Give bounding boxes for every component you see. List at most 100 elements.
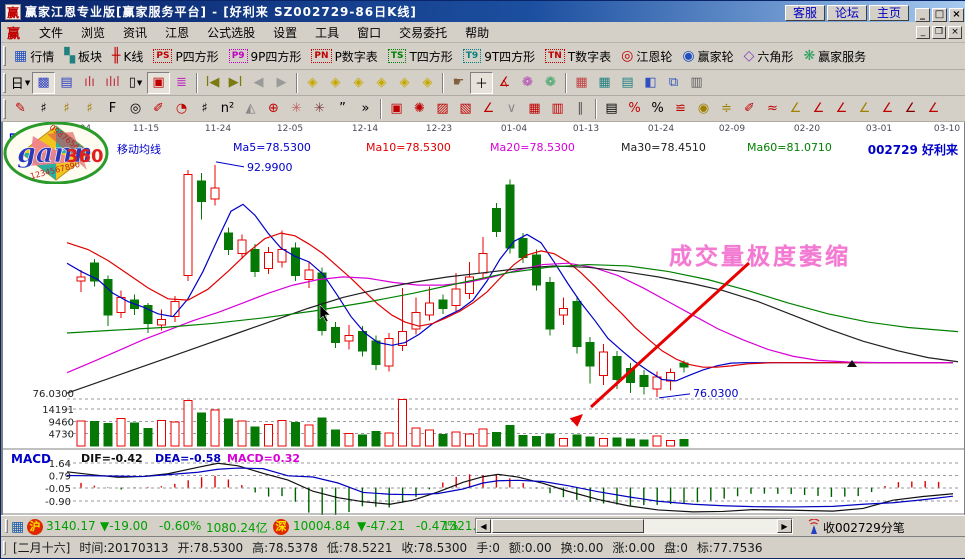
- wave-lines-button[interactable]: ≈: [761, 98, 784, 120]
- t-digit-table-button[interactable]: TNT数字表: [540, 45, 616, 67]
- brush-grid-button[interactable]: ✐: [147, 98, 170, 120]
- box-diag-button[interactable]: ▧: [454, 98, 477, 120]
- circle-cross-button[interactable]: ⊕: [262, 98, 285, 120]
- menu-item-4[interactable]: 公式选股: [198, 22, 264, 43]
- child-minimize-button[interactable]: _: [916, 26, 930, 39]
- gold-lines-button[interactable]: ≑: [715, 98, 738, 120]
- export-button[interactable]: ⧉: [662, 72, 685, 94]
- home-button[interactable]: 主页: [869, 5, 909, 21]
- index-bar-grip[interactable]: [5, 519, 8, 533]
- chart-h-scrollbar[interactable]: ◀ ▶: [475, 518, 793, 534]
- calculator-button[interactable]: ▦: [593, 72, 616, 94]
- percent-line-button[interactable]: %: [623, 98, 646, 120]
- zoom-in-button[interactable]: ◈: [370, 72, 393, 94]
- scroll-thumb[interactable]: [492, 519, 644, 533]
- mirror-tool-button[interactable]: ◭: [239, 98, 262, 120]
- 9t-square-button[interactable]: T99T四方形: [458, 45, 540, 67]
- sectors-button[interactable]: ▚板块: [59, 45, 107, 67]
- grid-tool-button[interactable]: ♯: [32, 98, 55, 120]
- color-bars-button[interactable]: ≣: [170, 72, 193, 94]
- p-square-button[interactable]: PSP四方形: [148, 45, 223, 67]
- hexagon-button[interactable]: ◇六角形: [739, 45, 799, 67]
- toolbar-grip[interactable]: [3, 73, 6, 93]
- feed-label[interactable]: 收002729分笔: [823, 519, 905, 536]
- print-button[interactable]: ▥: [685, 72, 708, 94]
- stamp-button[interactable]: ▣: [147, 72, 170, 94]
- menu-item-6[interactable]: 工具: [306, 22, 348, 43]
- gann-flower-button[interactable]: ❁: [516, 72, 539, 94]
- v-tool-button[interactable]: ∨: [500, 98, 523, 120]
- quote-tool-button[interactable]: ”: [331, 98, 354, 120]
- web-tool-button[interactable]: ✳: [308, 98, 331, 120]
- kline-button[interactable]: ╫K线: [107, 45, 148, 67]
- zoom-all-button[interactable]: ◈: [416, 72, 439, 94]
- menu-item-8[interactable]: 交易委托: [390, 22, 456, 43]
- zoom-out-button[interactable]: ◈: [393, 72, 416, 94]
- f-grid-button[interactable]: F: [101, 98, 124, 120]
- four-angle-button[interactable]: ∠: [922, 98, 945, 120]
- toolbar-grip[interactable]: [3, 46, 6, 67]
- forum-button[interactable]: 论坛: [827, 5, 867, 21]
- scroll-left-button[interactable]: ◀: [476, 519, 491, 533]
- zoom-h-button[interactable]: ◈: [347, 72, 370, 94]
- p-digit-table-button[interactable]: PNP数字表: [306, 45, 382, 67]
- gold-grid-1-button[interactable]: ♯: [55, 98, 78, 120]
- box-hatch-button[interactable]: ▨: [431, 98, 454, 120]
- menu-item-5[interactable]: 设置: [264, 22, 306, 43]
- gann-wheel-button[interactable]: ◎江恩轮: [616, 45, 677, 67]
- prev-button[interactable]: ◀: [247, 72, 270, 94]
- bars-3-button[interactable]: ılı: [78, 72, 101, 94]
- hand-tool-button[interactable]: ☛: [447, 72, 470, 94]
- menu-item-0[interactable]: 文件: [30, 22, 72, 43]
- winner-wheel-button[interactable]: ◉赢家轮: [677, 45, 738, 67]
- candle-style-button[interactable]: ▯▼: [124, 72, 147, 94]
- chart-area[interactable]: 76.030014191946047301.640.79-0.05-0.9092…: [1, 122, 965, 515]
- ray-fan-button[interactable]: ✺: [408, 98, 431, 120]
- angle-tool-button[interactable]: ∡: [493, 72, 516, 94]
- scroll-right-button[interactable]: ▶: [777, 519, 792, 533]
- period-day-button[interactable]: 日▼: [9, 72, 32, 94]
- menu-item-9[interactable]: 帮助: [456, 22, 498, 43]
- dense-grid-button[interactable]: ♯: [193, 98, 216, 120]
- more-tools-button[interactable]: »: [354, 98, 377, 120]
- maximize-button[interactable]: □: [932, 8, 947, 22]
- child-restore-button[interactable]: ❐: [932, 26, 946, 39]
- parallel-tool-button[interactable]: ∥: [569, 98, 592, 120]
- red-grid-1-button[interactable]: ▦: [523, 98, 546, 120]
- t-square-button[interactable]: TST四方形: [383, 45, 458, 67]
- red-grid-2-button[interactable]: ▥: [546, 98, 569, 120]
- j-angle-button[interactable]: ∠: [807, 98, 830, 120]
- cycle-flower-button[interactable]: ❁: [539, 72, 562, 94]
- minimize-button[interactable]: _: [915, 8, 930, 22]
- f-angle-button[interactable]: ∠: [830, 98, 853, 120]
- zoom-right-button[interactable]: ◈: [324, 72, 347, 94]
- gold-circle-button[interactable]: ◉: [692, 98, 715, 120]
- chart-canvas[interactable]: 76.030014191946047301.640.79-0.05-0.9092…: [3, 122, 964, 515]
- menu-item-2[interactable]: 资讯: [114, 22, 156, 43]
- save-button[interactable]: ◧: [639, 72, 662, 94]
- gold-under-button[interactable]: ∠: [784, 98, 807, 120]
- percent-button[interactable]: %: [646, 98, 669, 120]
- quote-table-icon[interactable]: ▦: [11, 519, 24, 535]
- zoom-left-button[interactable]: ◈: [301, 72, 324, 94]
- ratio-table-button[interactable]: ▤: [600, 98, 623, 120]
- spiral-button[interactable]: ◎: [124, 98, 147, 120]
- notebook-button[interactable]: ▤: [616, 72, 639, 94]
- winner-service-button[interactable]: ❋赢家服务: [798, 45, 871, 67]
- child-close-button[interactable]: ×: [948, 26, 962, 39]
- menu-item-1[interactable]: 浏览: [72, 22, 114, 43]
- gold-grid-2-button[interactable]: ♯: [78, 98, 101, 120]
- n2-grid-button[interactable]: n²: [216, 98, 239, 120]
- draw-pencil-button[interactable]: ✎: [9, 98, 32, 120]
- toolbar-grip[interactable]: [3, 99, 6, 119]
- menu-item-7[interactable]: 窗口: [348, 22, 390, 43]
- bars-9-button[interactable]: ılıl: [101, 72, 124, 94]
- angle-fan-button[interactable]: ∠: [477, 98, 500, 120]
- next-button[interactable]: ▶: [270, 72, 293, 94]
- close-button[interactable]: ×: [949, 8, 964, 22]
- first-page-button[interactable]: Ι◀: [201, 72, 224, 94]
- crosshair-button[interactable]: ＋: [470, 72, 493, 94]
- flag-grid-button[interactable]: ▣: [385, 98, 408, 120]
- measure-tool-button[interactable]: ✐: [738, 98, 761, 120]
- menu-item-3[interactable]: 江恩: [156, 22, 198, 43]
